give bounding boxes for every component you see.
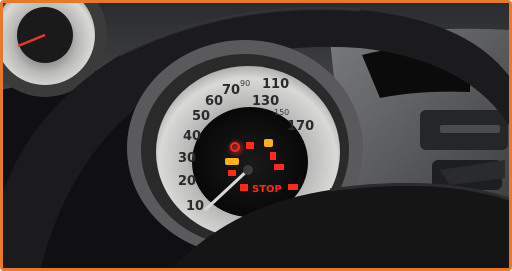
speed-tick-30: 30 [178,151,196,166]
speed-tick-150: 150 [274,108,289,117]
speed-tick-10: 10 [186,199,204,214]
speed-tick-170: 170 [287,119,314,134]
speed-tick-70: 70 [222,83,240,98]
glow [226,138,246,158]
speed-tick-90: 90 [240,79,250,88]
battery-warning-icon [274,164,284,170]
stop-warning-label: STOP [252,184,282,195]
speed-tick-110: 110 [262,77,289,92]
abs-warning-icon [288,184,298,190]
speed-tick-130: 130 [252,94,279,109]
needle-hub [243,165,253,175]
oil-pressure-icon [225,158,239,165]
temperature-warning-icon [270,152,276,160]
photo-frame: 10 20 30 40 50 60 70 90 110 130 150 170 … [0,0,512,271]
speed-tick-20: 20 [178,174,196,189]
dashboard-photo: 10 20 30 40 50 60 70 90 110 130 150 170 … [3,3,509,268]
engine-check-icon [264,139,273,147]
seatbelt-warning-icon [228,170,236,176]
radio-display [440,125,500,133]
speed-tick-40: 40 [183,129,201,144]
speed-tick-60: 60 [205,94,223,109]
door-open-icon [240,184,248,191]
airbag-warning-icon [246,142,254,149]
speed-tick-50: 50 [192,109,210,124]
